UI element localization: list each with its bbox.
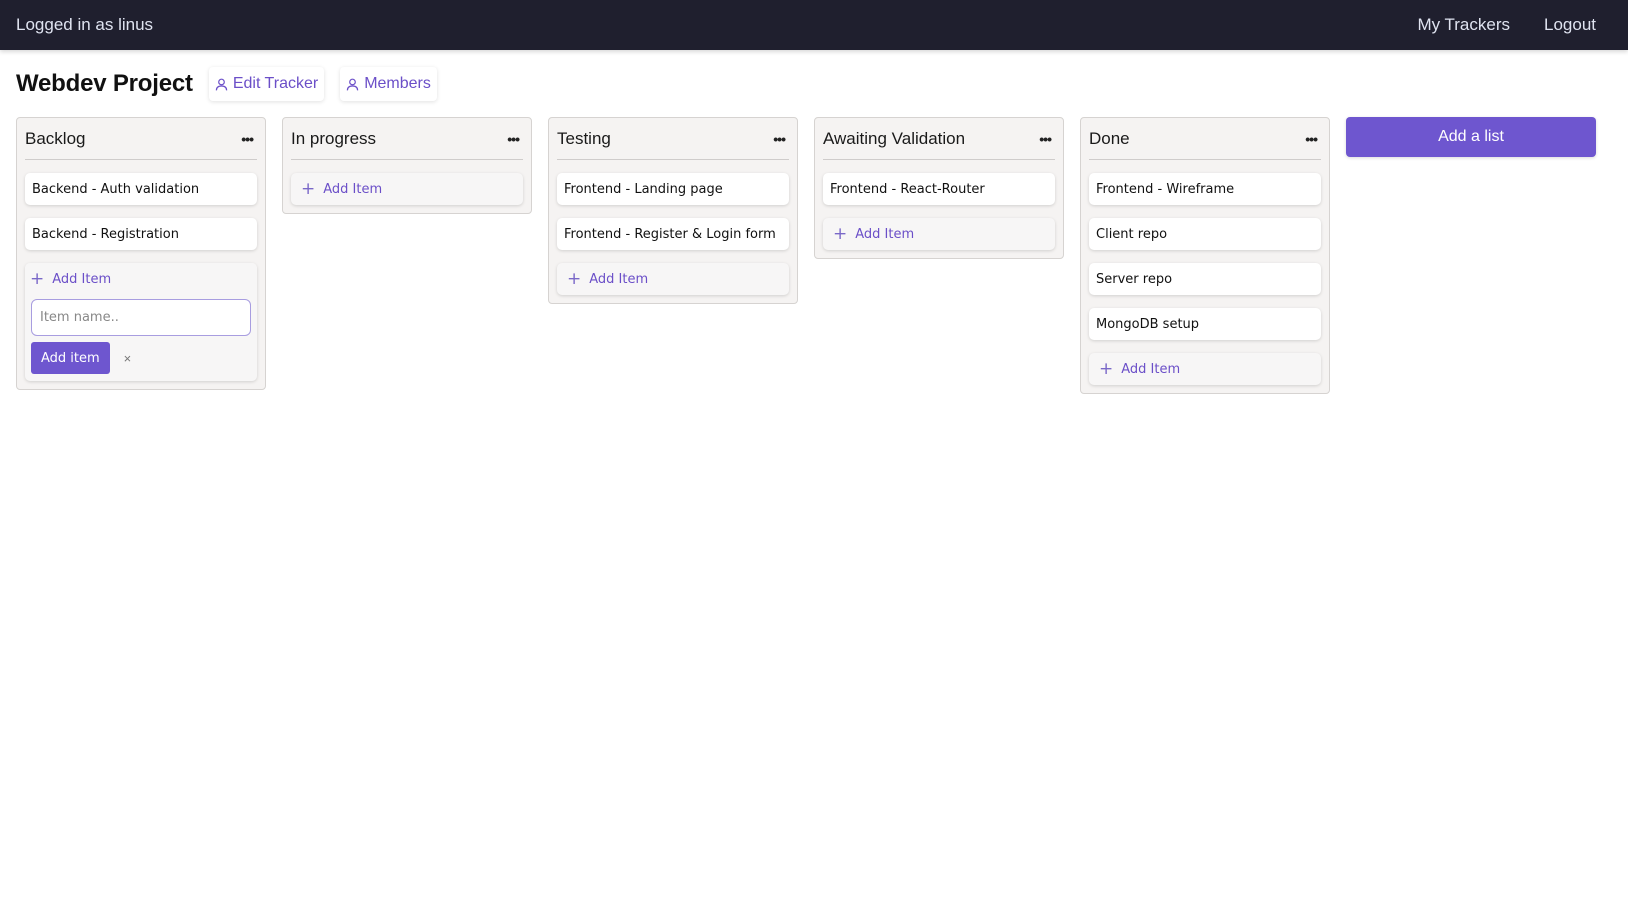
more-options-icon[interactable]: ••• [1305, 131, 1321, 147]
add-list-button[interactable]: Add a list [1346, 117, 1596, 157]
add-item-form: + Add Item Add item × [25, 263, 257, 381]
add-item-button[interactable]: + Add Item [557, 263, 789, 295]
list-item[interactable]: Frontend - Landing page [557, 173, 789, 205]
add-item-label: Add Item [52, 271, 112, 287]
list-item[interactable]: Backend - Auth validation [25, 173, 257, 205]
plus-icon: + [567, 268, 582, 289]
more-options-icon[interactable]: ••• [507, 131, 523, 147]
add-item-button[interactable]: + Add Item [823, 218, 1055, 250]
add-item-button[interactable]: + Add Item [25, 263, 257, 295]
list-testing: Testing ••• Frontend - Landing page Fron… [548, 117, 798, 304]
edit-tracker-button[interactable]: Edit Tracker [208, 67, 325, 101]
tracker-header: Webdev Project Edit Tracker Members [16, 66, 437, 102]
list-title: Backlog [25, 128, 86, 148]
list-awaiting-validation: Awaiting Validation ••• Frontend - React… [814, 117, 1064, 259]
list-title: In progress [291, 128, 377, 148]
add-item-label: Add Item [1121, 361, 1181, 377]
members-label: Members [364, 75, 431, 92]
edit-tracker-label: Edit Tracker [232, 75, 319, 92]
list-backlog: Backlog ••• Backend - Auth validation Ba… [16, 117, 266, 390]
user-icon [346, 78, 359, 90]
close-icon[interactable]: × [124, 351, 132, 366]
my-trackers-link[interactable]: My Trackers [1417, 15, 1510, 35]
logged-in-status: Logged in as linus [16, 15, 154, 34]
add-item-label: Add Item [855, 226, 915, 242]
list-item[interactable]: Frontend - Wireframe [1089, 173, 1321, 205]
list-title: Done [1089, 128, 1130, 148]
more-options-icon[interactable]: ••• [241, 131, 257, 147]
list-item[interactable]: Server repo [1089, 263, 1321, 295]
list-header: Done ••• [1089, 118, 1321, 160]
top-navbar: Logged in as linus My Trackers Logout [0, 0, 1628, 50]
plus-icon: + [30, 268, 45, 289]
list-in-progress: In progress ••• + Add Item [282, 117, 532, 214]
logout-link[interactable]: Logout [1544, 15, 1596, 35]
add-item-button[interactable]: + Add Item [1089, 353, 1321, 385]
list-header: Awaiting Validation ••• [823, 118, 1055, 160]
item-name-input[interactable] [31, 299, 251, 336]
add-item-label: Add Item [589, 271, 649, 287]
page-title: Webdev Project [16, 70, 193, 97]
list-header: Backlog ••• [25, 118, 257, 160]
add-item-button[interactable]: + Add Item [291, 173, 523, 205]
plus-icon: + [301, 178, 316, 199]
list-item[interactable]: MongoDB setup [1089, 308, 1321, 340]
more-options-icon[interactable]: ••• [773, 131, 789, 147]
list-header: Testing ••• [557, 118, 789, 160]
list-header: In progress ••• [291, 118, 523, 160]
board: Backlog ••• Backend - Auth validation Ba… [16, 117, 1596, 394]
list-done: Done ••• Frontend - Wireframe Client rep… [1080, 117, 1330, 394]
more-options-icon[interactable]: ••• [1039, 131, 1055, 147]
form-actions: Add item × [31, 342, 251, 374]
list-item[interactable]: Frontend - React-Router [823, 173, 1055, 205]
add-item-label: Add Item [323, 181, 383, 197]
list-title: Awaiting Validation [823, 128, 966, 148]
members-button[interactable]: Members [340, 67, 437, 101]
submit-add-item-button[interactable]: Add item [31, 342, 110, 374]
list-item[interactable]: Client repo [1089, 218, 1321, 250]
nav-links: My Trackers Logout [1417, 15, 1612, 35]
plus-icon: + [1099, 358, 1114, 379]
user-icon [215, 78, 228, 90]
list-item[interactable]: Backend - Registration [25, 218, 257, 250]
list-title: Testing [557, 128, 611, 148]
plus-icon: + [833, 223, 848, 244]
list-item[interactable]: Frontend - Register & Login form [557, 218, 789, 250]
